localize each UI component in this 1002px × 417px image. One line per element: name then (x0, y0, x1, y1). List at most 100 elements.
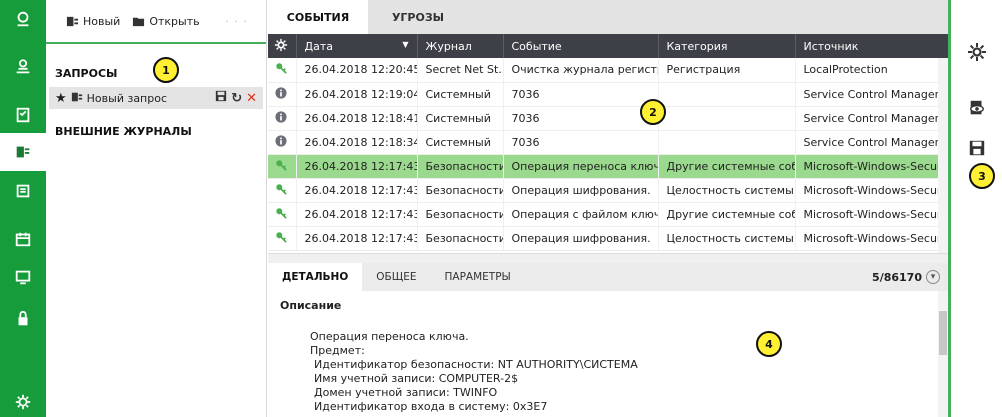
key-icon (268, 58, 297, 83)
table-row[interactable]: 26.04.2018 12:17:43 Безопасности Операци… (268, 202, 948, 228)
key-icon (268, 154, 297, 179)
cell-category: Другие системные соб... (658, 202, 796, 228)
cell-date: 26.04.2018 12:19:04 (296, 82, 418, 107)
tab-parameters[interactable]: ПАРАМЕТРЫ (431, 263, 525, 291)
tab-detail[interactable]: ДЕТАЛЬНО (268, 263, 363, 291)
cell-event: 7036 (503, 106, 659, 131)
cell-journal: Secret Net St... (417, 58, 504, 83)
close-icon[interactable]: ✕ (246, 91, 257, 106)
sort-desc-icon: ▼ (402, 39, 409, 49)
rail-monitor-icon[interactable] (0, 258, 46, 296)
rail-calendar-icon[interactable] (0, 220, 46, 258)
pager-count: 5/86170 (872, 270, 922, 284)
cell-date: 26.04.2018 12:17:43 (296, 202, 418, 228)
info-icon (268, 106, 297, 131)
rail-reports-icon[interactable] (0, 172, 46, 210)
table-row-selected[interactable]: 26.04.2018 12:17:43 Безопасности Операци… (268, 154, 948, 179)
table-row[interactable]: 26.04.2018 12:18:41 Системный 7036 Servi… (268, 106, 948, 131)
main-area: СОБЫТИЯ УГРОЗЫ Дата ▼ Журнал Событие Кате… (268, 0, 948, 417)
detail-line: Домен учетной записи: TWINFO (314, 386, 498, 399)
chevron-down-icon[interactable]: ▾ (926, 270, 940, 284)
external-journals-title: ВНЕШНИЕ ЖУРНАЛЫ (55, 125, 192, 138)
col-category[interactable]: Категория (658, 34, 796, 58)
query-toolbar: Новый Открыть · · · (46, 0, 266, 44)
table-row[interactable]: 26.04.2018 12:17:43 Безопасности Операци… (268, 226, 948, 252)
col-date[interactable]: Дата ▼ (296, 34, 418, 58)
cell-category: Целостность системы (658, 178, 796, 204)
cell-source: Service Control Manager (795, 106, 948, 131)
cell-source: Service Control Manager (795, 130, 948, 155)
callout-3: 3 (969, 163, 995, 189)
detail-pane: Описание Операция переноса ключа. Предме… (268, 291, 948, 417)
grid-vertical-scrollbar[interactable] (938, 58, 948, 254)
more-menu[interactable]: · · · (226, 15, 248, 28)
tab-general[interactable]: ОБЩЕЕ (362, 263, 430, 291)
cell-event: Операция шифрования. (503, 226, 659, 252)
detail-line: Идентификатор входа в систему: 0x3E7 (314, 400, 548, 413)
col-date-label: Дата (304, 39, 333, 53)
folder-icon (132, 15, 145, 28)
new-query-button[interactable]: Новый (66, 15, 120, 28)
table-row[interactable]: 26.04.2018 12:20:45 Secret Net St... Очи… (268, 58, 948, 83)
settings-gear-icon[interactable] (965, 40, 989, 64)
table-row[interactable]: 26.04.2018 12:18:34 Системный 7036 Servi… (268, 130, 948, 155)
cell-event: Операция шифрования. (503, 178, 659, 204)
cell-event: Очистка журнала регистрац... (503, 58, 659, 83)
cell-source: Service Control Manager (795, 82, 948, 107)
rail-lock-icon[interactable] (0, 300, 46, 338)
detail-heading: Описание (280, 299, 342, 312)
callout-1: 1 (153, 57, 179, 83)
detail-line: Предмет: (310, 344, 365, 357)
rail-home-icon[interactable] (0, 0, 46, 38)
cell-date: 26.04.2018 12:17:43 (296, 178, 418, 204)
view-journal-icon[interactable] (965, 96, 989, 120)
tab-threats[interactable]: УГРОЗЫ (368, 0, 468, 34)
cell-date: 26.04.2018 12:18:34 (296, 130, 418, 155)
grid-horizontal-scrollbar[interactable] (268, 253, 948, 263)
cell-event: 7036 (503, 82, 659, 107)
new-label: Новый (83, 14, 121, 28)
right-toolbar (948, 0, 1002, 417)
tab-events[interactable]: СОБЫТИЯ (268, 0, 368, 34)
detail-line: Операция переноса ключа. (310, 330, 469, 343)
cell-category: Целостность системы (658, 226, 796, 252)
main-tabs: СОБЫТИЯ УГРОЗЫ (268, 0, 948, 34)
cell-journal: Системный (417, 106, 504, 131)
query-item[interactable]: ★ Новый запрос ↻ ✕ (49, 87, 263, 109)
rail-settings-icon[interactable] (0, 383, 46, 417)
cell-date: 26.04.2018 12:18:41 (296, 106, 418, 131)
key-icon (268, 226, 297, 252)
query-journal-icon (71, 91, 83, 106)
key-icon (268, 178, 297, 204)
col-event[interactable]: Событие (503, 34, 659, 58)
refresh-icon[interactable]: ↻ (231, 91, 242, 106)
save-icon[interactable] (965, 136, 989, 160)
table-row[interactable]: 26.04.2018 12:19:04 Системный 7036 Servi… (268, 82, 948, 107)
open-button[interactable]: Открыть (132, 15, 200, 28)
star-icon[interactable]: ★ (55, 91, 67, 106)
cell-category (658, 106, 796, 131)
cell-journal: Безопасности (417, 178, 504, 204)
detail-scroll-thumb[interactable] (939, 311, 947, 355)
detail-scrollbar[interactable] (938, 291, 948, 417)
query-name: Новый запрос (86, 91, 168, 105)
table-row[interactable]: 26.04.2018 12:17:43 Безопасности Операци… (268, 178, 948, 204)
cell-category (658, 130, 796, 155)
cell-event: Операция с файлом ключей. (503, 202, 659, 228)
info-icon (268, 130, 297, 155)
rail-journals-icon[interactable] (0, 133, 46, 171)
cell-category (658, 82, 796, 107)
col-source[interactable]: Источник (795, 34, 948, 58)
new-journal-icon (66, 15, 79, 28)
cell-source: Microsoft-Windows-Security-... (795, 202, 948, 228)
cell-journal: Системный (417, 130, 504, 155)
column-settings-icon[interactable] (268, 34, 297, 58)
col-journal[interactable]: Журнал (417, 34, 504, 58)
rail-tasks-icon[interactable] (0, 96, 46, 134)
cell-source: Microsoft-Windows-Security-... (795, 154, 948, 179)
query-actions: ↻ ✕ (215, 90, 263, 106)
save-query-icon[interactable] (215, 90, 227, 106)
rail-users-icon[interactable] (0, 48, 46, 86)
info-icon (268, 82, 297, 107)
queries-title: ЗАПРОСЫ (55, 67, 118, 80)
